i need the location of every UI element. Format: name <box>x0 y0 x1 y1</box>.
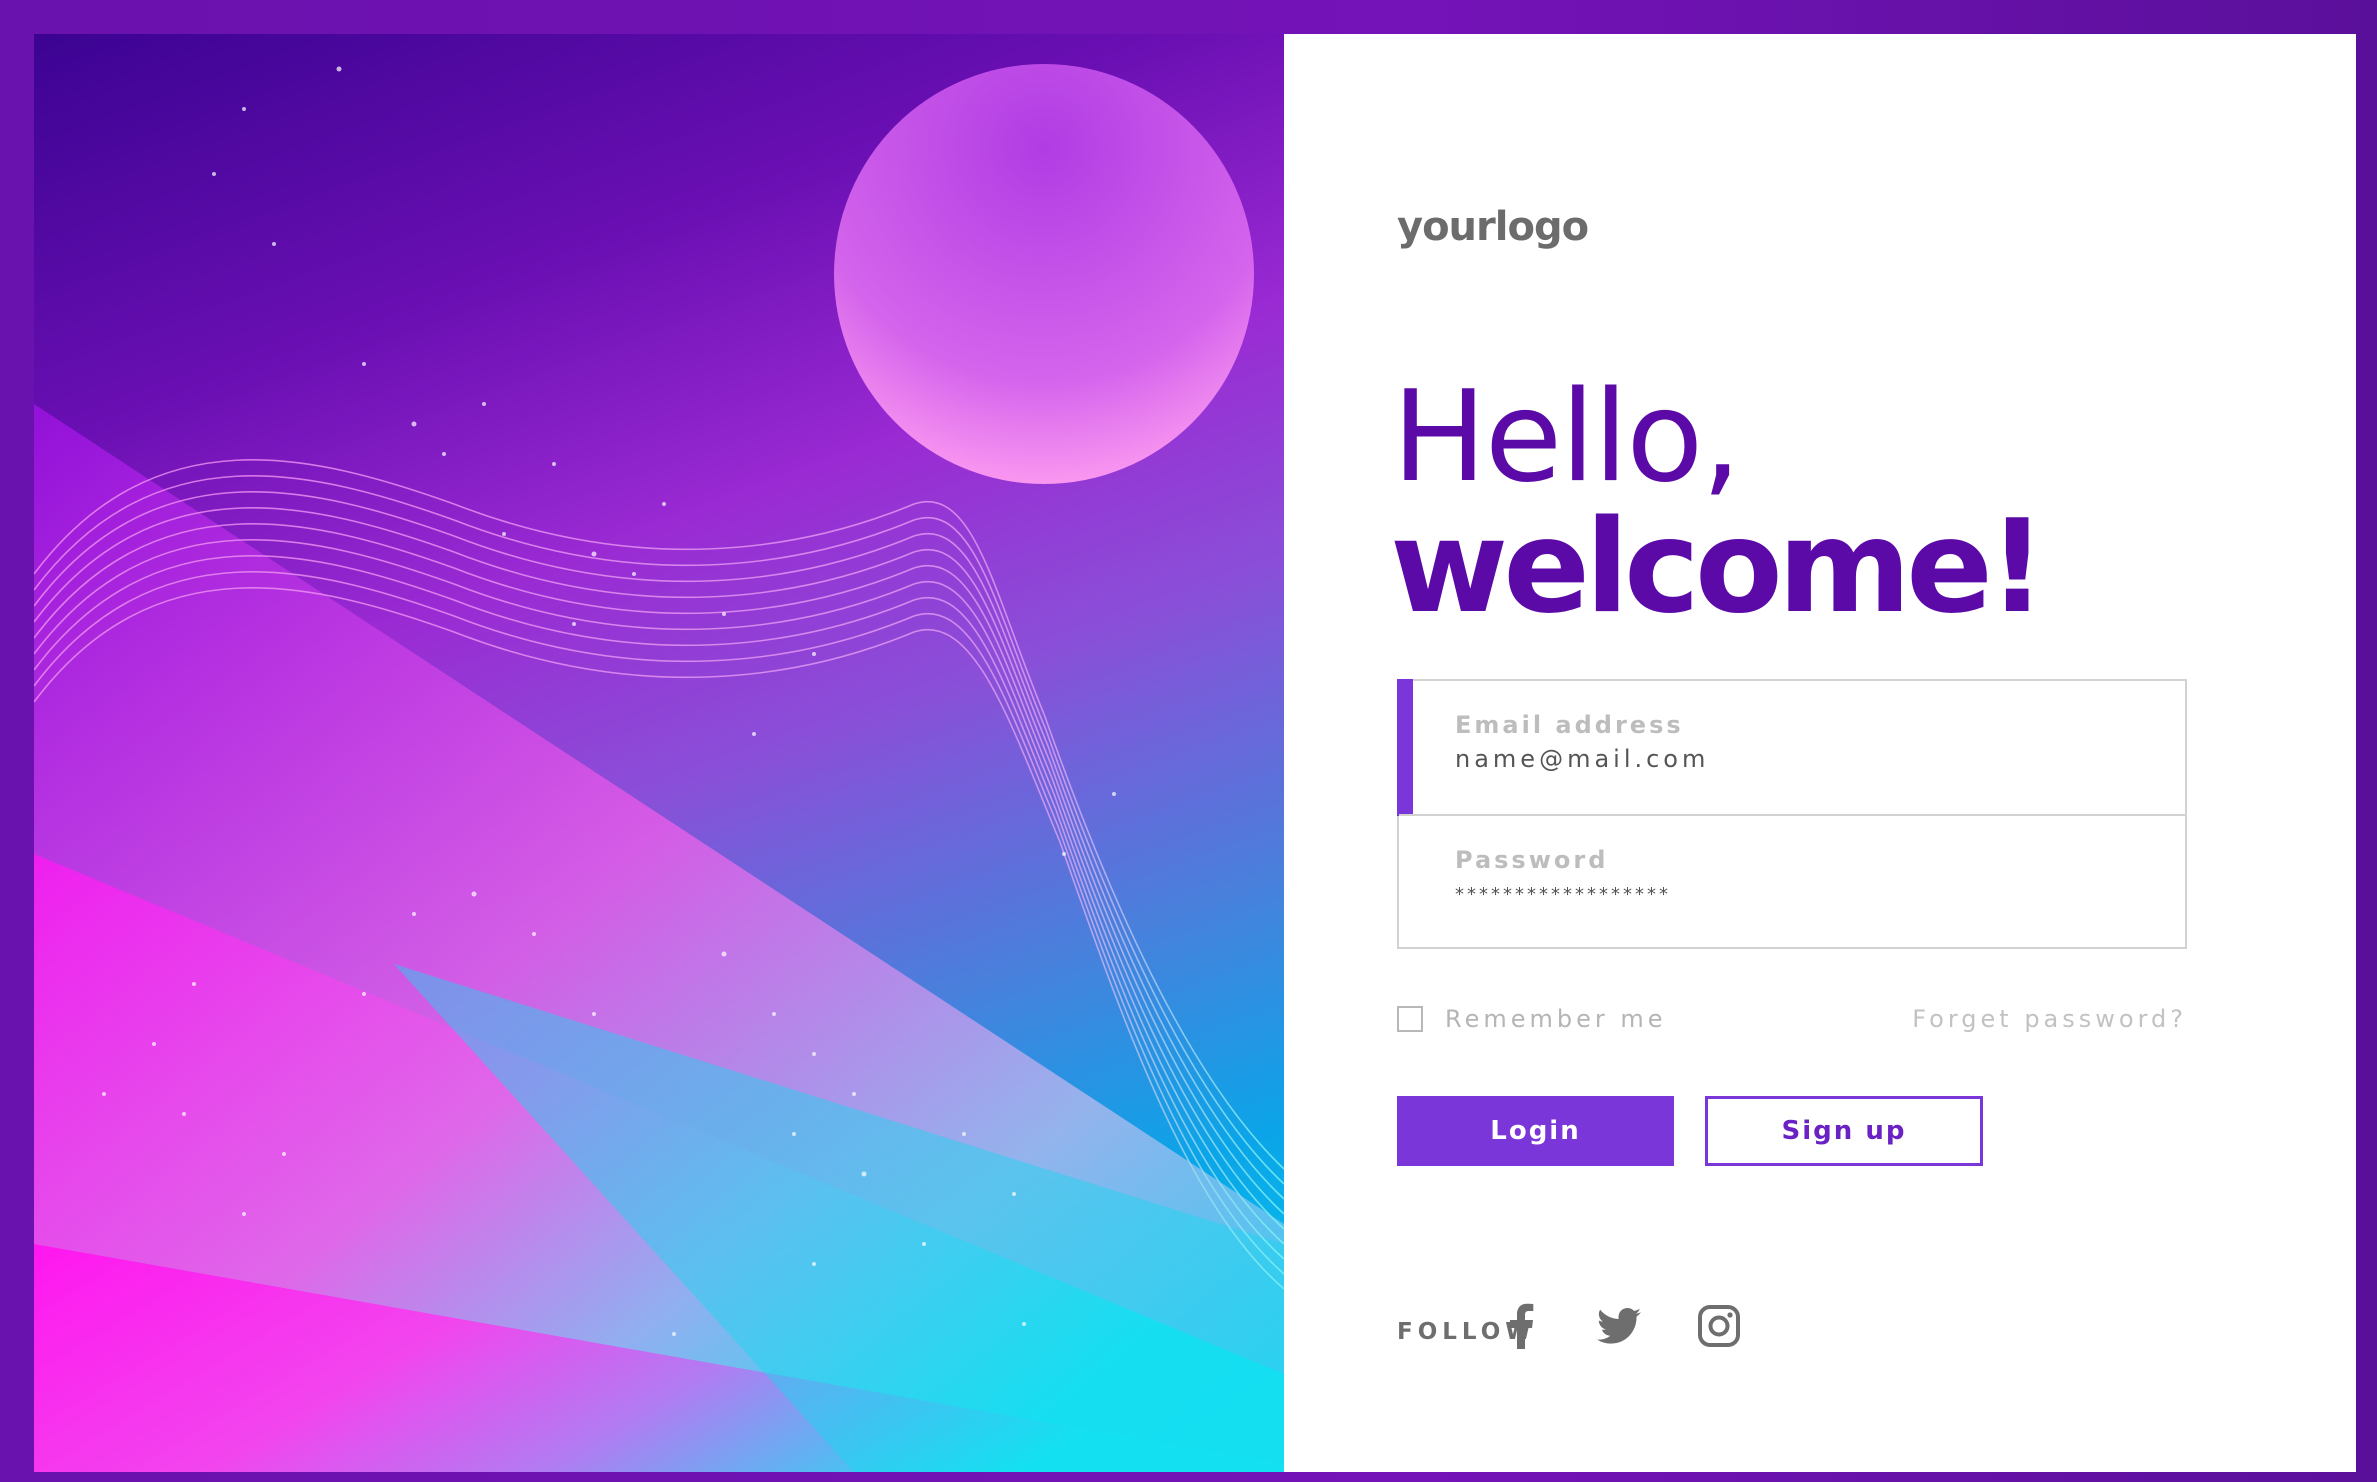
forgot-password-link[interactable]: Forget password? <box>1912 1005 2187 1033</box>
password-label: Password <box>1455 846 1609 874</box>
brand-logo[interactable]: yourlogo <box>1397 204 1589 250</box>
signup-button[interactable]: Sign up <box>1705 1096 1983 1166</box>
remember-me-checkbox[interactable] <box>1397 1006 1423 1032</box>
greeting-line-1: Hello, <box>1392 363 1741 510</box>
email-field[interactable]: Email address <box>1397 679 2185 816</box>
login-card: yourlogo Hello, welcome! Email address P… <box>34 34 2356 1472</box>
password-field[interactable]: Password <box>1399 814 2185 947</box>
facebook-icon[interactable] <box>1496 1299 1546 1353</box>
remember-me-label[interactable]: Remember me <box>1445 1005 1667 1033</box>
greeting-line-2: welcome! <box>1390 493 2046 642</box>
email-input[interactable] <box>1455 745 2135 773</box>
form-options: Remember me Forget password? <box>1397 1004 2187 1038</box>
hero-artwork <box>34 34 1284 1472</box>
login-form: Email address Password <box>1397 679 2187 949</box>
instagram-icon[interactable] <box>1694 1299 1744 1353</box>
email-label: Email address <box>1455 711 1684 739</box>
abstract-background-illustration <box>34 64 1284 1472</box>
login-panel: yourlogo Hello, welcome! Email address P… <box>1284 34 2356 1472</box>
login-button[interactable]: Login <box>1397 1096 1674 1166</box>
password-input[interactable] <box>1455 884 2135 905</box>
twitter-icon[interactable] <box>1594 1299 1644 1353</box>
